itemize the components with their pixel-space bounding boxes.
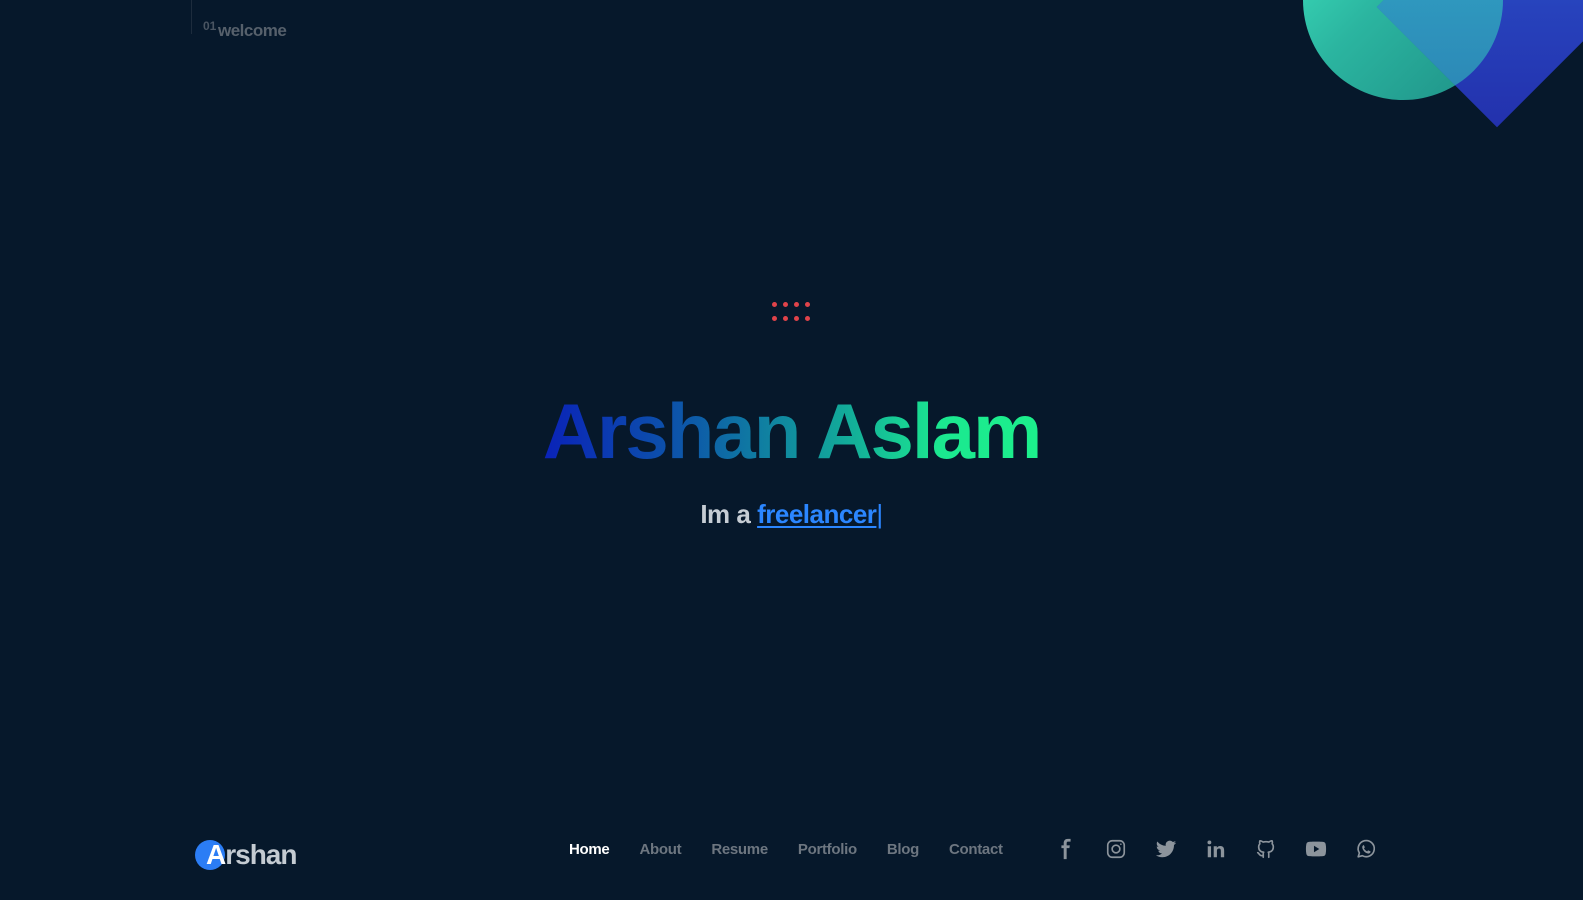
- facebook-icon[interactable]: [1055, 838, 1077, 860]
- nav-blog[interactable]: Blog: [887, 841, 919, 858]
- youtube-icon[interactable]: [1305, 838, 1327, 860]
- instagram-icon[interactable]: [1105, 838, 1127, 860]
- section-marker: 01 welcome: [191, 0, 287, 40]
- nav-resume[interactable]: Resume: [711, 841, 768, 858]
- hero-tagline: Im a freelancer|: [0, 499, 1583, 530]
- nav-portfolio[interactable]: Portfolio: [798, 841, 857, 858]
- decorative-overlap: [1303, 0, 1503, 100]
- nav-home[interactable]: Home: [569, 841, 610, 858]
- hero-name-heading: Arshan Aslam: [0, 386, 1583, 476]
- section-number: 01: [203, 19, 217, 33]
- section-label: welcome: [218, 21, 287, 40]
- logo-initial: A: [206, 839, 226, 870]
- page: 01 welcome Arshan Aslam Im a freelancer|…: [0, 0, 1583, 900]
- main-nav: Home About Resume Portfolio Blog Contact: [569, 841, 1003, 858]
- logo-text: Arshan: [206, 839, 297, 871]
- whatsapp-icon[interactable]: [1355, 838, 1377, 860]
- twitter-icon[interactable]: [1155, 838, 1177, 860]
- github-icon[interactable]: [1255, 838, 1277, 860]
- nav-contact[interactable]: Contact: [949, 841, 1003, 858]
- linkedin-icon[interactable]: [1205, 838, 1227, 860]
- tagline-prefix: Im a: [700, 499, 751, 529]
- nav-about[interactable]: About: [639, 841, 681, 858]
- typing-cursor: |: [876, 499, 883, 529]
- logo-rest: rshan: [225, 839, 297, 870]
- social-links: [1055, 838, 1377, 860]
- tagline-role: freelancer: [757, 499, 877, 529]
- dots-decoration: [772, 302, 812, 324]
- hero-name: Arshan Aslam: [542, 387, 1043, 475]
- bottom-bar: Arshan Home About Resume Portfolio Blog …: [0, 826, 1583, 890]
